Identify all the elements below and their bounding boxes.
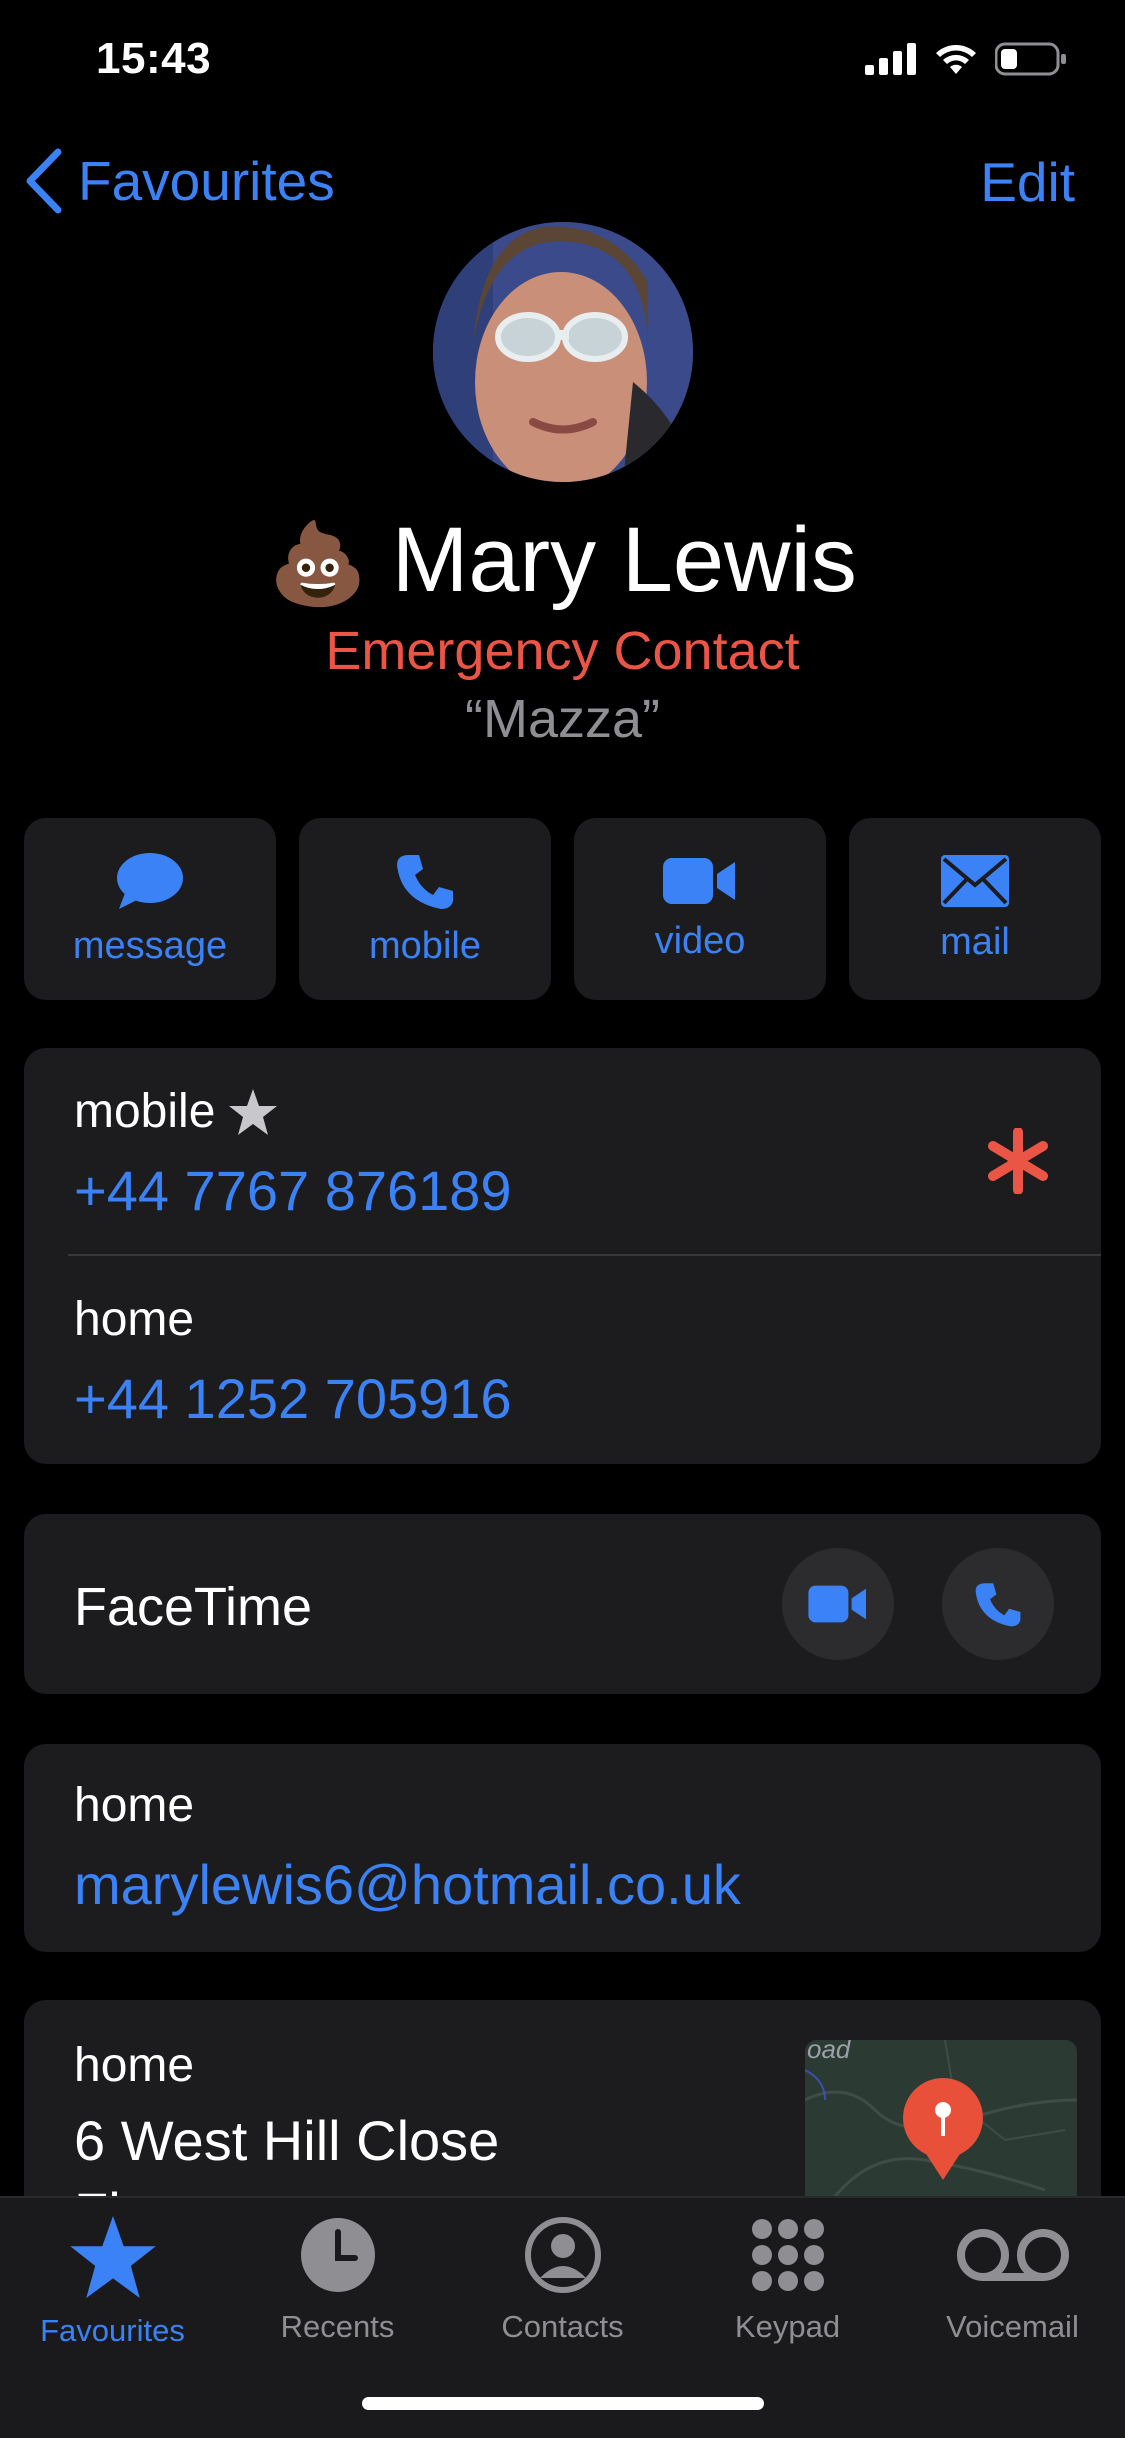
video-camera-icon — [808, 1585, 866, 1623]
phone-divider — [68, 1254, 1101, 1256]
mobile-number-value[interactable]: +44 7767 876189 — [74, 1158, 512, 1223]
tab-recents-label: Recents — [280, 2309, 395, 2344]
tab-favourites-label: Favourites — [40, 2313, 185, 2348]
person-circle-icon — [524, 2217, 601, 2293]
message-bubble-icon — [117, 852, 183, 909]
avatar — [433, 222, 693, 482]
message-label: message — [72, 924, 228, 967]
facetime-card: FaceTime — [24, 1514, 1101, 1694]
email-label: home — [74, 1779, 195, 1832]
home-number-value[interactable]: +44 1252 705916 — [74, 1366, 512, 1431]
address-map-thumbnail[interactable]: oad — [805, 2040, 1077, 2210]
edit-button[interactable]: Edit — [980, 150, 1075, 214]
tab-contacts-label: Contacts — [501, 2309, 624, 2344]
contact-name-row: 💩 Mary Lewis — [0, 508, 1125, 613]
facetime-label: FaceTime — [74, 1577, 313, 1637]
back-label: Favourites — [78, 150, 335, 212]
facetime-audio-button[interactable] — [942, 1548, 1054, 1660]
video-label: video — [654, 919, 746, 962]
message-button[interactable]: message — [24, 818, 276, 1000]
tab-recents[interactable]: Recents — [225, 2216, 450, 2345]
address-line1: 6 West Hill Close — [74, 2109, 500, 2172]
tab-contacts[interactable]: Contacts — [450, 2216, 675, 2345]
voicemail-icon — [956, 2229, 1069, 2281]
signal-icon — [865, 43, 916, 75]
mail-label: mail — [940, 920, 1010, 963]
tab-keypad-label: Keypad — [734, 2309, 841, 2344]
email-card: home marylewis6@hotmail.co.uk — [24, 1744, 1101, 1952]
mobile-label: mobile — [369, 924, 481, 967]
mobile-number-label-row: mobile — [74, 1084, 278, 1139]
facetime-video-button[interactable] — [782, 1548, 894, 1660]
keypad-icon — [751, 2219, 824, 2291]
mobile-call-button[interactable]: mobile — [299, 818, 551, 1000]
tab-voicemail-label: Voicemail — [946, 2309, 1079, 2344]
status-time: 15:43 — [96, 34, 212, 83]
video-camera-icon — [663, 857, 735, 904]
tab-keypad[interactable]: Keypad — [675, 2216, 900, 2345]
back-button[interactable]: Favourites — [24, 148, 335, 214]
home-number-label: home — [74, 1293, 195, 1346]
video-button[interactable]: video — [574, 818, 826, 1000]
battery-icon — [995, 42, 1066, 76]
phone-icon — [397, 854, 453, 909]
contact-name: Mary Lewis — [391, 509, 857, 611]
phone-icon — [975, 1583, 1021, 1627]
tab-favourites[interactable]: Favourites — [0, 2216, 225, 2349]
mail-button[interactable]: mail — [849, 818, 1101, 1000]
emergency-contact-label: Emergency Contact — [325, 621, 800, 681]
phone-numbers-card: mobile +44 7767 876189 home +44 1252 705… — [24, 1048, 1101, 1464]
mobile-number-label: mobile — [74, 1085, 216, 1138]
map-road-label: oad — [807, 2040, 851, 2064]
favourite-star-icon — [229, 1088, 278, 1135]
star-icon — [69, 2216, 156, 2298]
tab-voicemail[interactable]: Voicemail — [900, 2216, 1125, 2345]
name-emoji: 💩 — [268, 519, 368, 608]
address-label: home — [74, 2039, 195, 2092]
nickname: “Mazza” — [464, 689, 660, 749]
clock-icon — [300, 2218, 375, 2292]
wifi-icon — [936, 45, 976, 74]
envelope-icon — [941, 854, 1009, 907]
email-value[interactable]: marylewis6@hotmail.co.uk — [74, 1852, 741, 1917]
home-indicator[interactable] — [362, 2397, 764, 2410]
emergency-asterisk-icon — [988, 1128, 1048, 1194]
chevron-left-icon — [26, 148, 62, 214]
status-icons — [865, 42, 1067, 76]
